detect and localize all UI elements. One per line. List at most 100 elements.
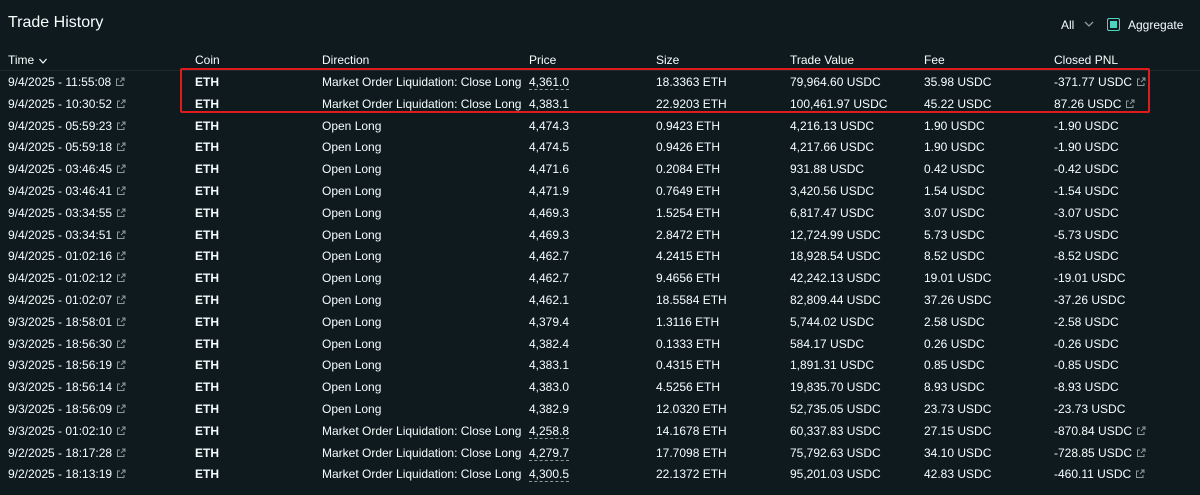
price-cell[interactable]: 4,258.8: [529, 424, 570, 439]
coin-cell[interactable]: ETH: [195, 97, 219, 111]
table-row: 9/2/2025 - 18:13:19 ETH Market Order Liqui…: [0, 463, 1200, 485]
direction-cell: Open Long: [322, 184, 382, 198]
external-link-icon[interactable]: [116, 164, 126, 174]
external-link-icon[interactable]: [116, 208, 126, 218]
closed-pnl-cell: -23.73 USDC: [1054, 402, 1125, 416]
external-link-icon[interactable]: [116, 382, 126, 392]
trade-value-cell: 6,817.47 USDC: [790, 205, 875, 220]
sort-desc-icon[interactable]: [38, 57, 48, 65]
coin-cell[interactable]: ETH: [195, 337, 219, 351]
trade-value-cell: 3,420.56 USDC: [790, 184, 875, 198]
price-cell[interactable]: 4,361.0: [529, 75, 570, 90]
coin-cell[interactable]: ETH: [195, 402, 219, 416]
external-link-icon[interactable]: [116, 273, 126, 283]
coin-filter-select[interactable]: All: [1061, 18, 1074, 32]
trade-time-cell: 9/4/2025 - 01:02:16: [8, 249, 126, 263]
fee-cell: 45.22 USDC: [924, 96, 992, 111]
coin-cell[interactable]: ETH: [195, 380, 219, 394]
trade-value-cell: 52,735.05 USDC: [790, 402, 881, 416]
column-header-time[interactable]: Time: [8, 53, 48, 67]
coin-cell[interactable]: ETH: [195, 162, 219, 176]
coin-cell[interactable]: ETH: [195, 228, 219, 242]
coin-cell[interactable]: ETH: [195, 293, 219, 307]
trade-time: 9/4/2025 - 03:46:45: [8, 162, 113, 177]
external-link-icon[interactable]: [1136, 77, 1146, 87]
trade-value-cell: 42,242.13 USDC: [790, 271, 881, 286]
table-row: 9/4/2025 - 03:34:51 ETH Open Long 4,469.3 2.…: [0, 224, 1200, 246]
coin-cell[interactable]: ETH: [195, 446, 219, 460]
external-link-icon[interactable]: [116, 404, 126, 414]
coin-cell[interactable]: ETH: [195, 119, 219, 133]
table-row: 9/3/2025 - 18:56:09 ETH Open Long 4,382.9 12…: [0, 398, 1200, 420]
external-link-icon[interactable]: [1125, 99, 1135, 109]
trade-time: 9/2/2025 - 18:17:28: [8, 445, 113, 460]
chevron-down-icon[interactable]: [1082, 17, 1096, 31]
aggregate-checkbox[interactable]: [1107, 18, 1120, 31]
direction-cell: Open Long: [322, 271, 382, 286]
direction-cell: Open Long: [322, 293, 382, 307]
external-link-icon[interactable]: [1136, 448, 1146, 458]
fee-cell: 34.10 USDC: [924, 445, 992, 460]
coin-cell[interactable]: ETH: [195, 467, 219, 481]
price-cell[interactable]: 4,279.7: [529, 446, 570, 461]
coin-cell[interactable]: ETH: [195, 315, 219, 329]
closed-pnl-cell: 87.26 USDC: [1054, 97, 1135, 111]
closed-pnl-cell: -8.52 USDC: [1054, 249, 1119, 263]
coin-cell[interactable]: ETH: [195, 206, 219, 220]
closed-pnl: -3.07 USDC: [1054, 205, 1119, 220]
coin-cell[interactable]: ETH: [195, 424, 219, 438]
closed-pnl: -728.85 USDC: [1054, 445, 1133, 460]
trade-time-cell: 9/2/2025 - 18:17:28: [8, 446, 126, 460]
price-cell[interactable]: 4,300.5: [529, 467, 570, 483]
external-link-icon[interactable]: [116, 99, 126, 109]
trade-time: 9/4/2025 - 03:34:55: [8, 205, 113, 220]
direction-cell: Open Long: [322, 118, 382, 133]
size-cell: 22.1372 ETH: [656, 467, 727, 482]
trade-time: 9/4/2025 - 11:55:08: [8, 75, 112, 89]
coin-cell[interactable]: ETH: [195, 140, 219, 154]
external-link-icon[interactable]: [1135, 469, 1145, 479]
external-link-icon[interactable]: [116, 469, 126, 479]
closed-pnl: -19.01 USDC: [1054, 271, 1126, 286]
trade-value-cell: 4,216.13 USDC: [790, 118, 875, 133]
fee-cell: 1.90 USDC: [924, 118, 985, 133]
external-link-icon[interactable]: [116, 251, 126, 261]
external-link-icon[interactable]: [116, 426, 126, 436]
direction-cell: Market Order Liquidation: Close Long: [322, 467, 522, 482]
table-row: 9/4/2025 - 11:55:08 ETH Market Order Liqui…: [0, 71, 1200, 93]
direction-cell: Open Long: [322, 205, 382, 220]
external-link-icon[interactable]: [116, 121, 126, 131]
external-link-icon[interactable]: [116, 360, 126, 370]
external-link-icon[interactable]: [116, 448, 126, 458]
closed-pnl-cell: -37.26 USDC: [1054, 293, 1125, 307]
external-link-icon[interactable]: [115, 77, 125, 87]
trade-time: 9/4/2025 - 01:02:16: [8, 249, 113, 264]
price-cell[interactable]: 4,383.1: [529, 97, 570, 112]
external-link-icon[interactable]: [116, 317, 126, 327]
external-link-icon[interactable]: [116, 186, 126, 196]
size-cell: 1.5254 ETH: [656, 205, 721, 220]
size-cell: 4.2415 ETH: [656, 249, 721, 264]
column-header-time-label: Time: [8, 53, 35, 67]
coin-cell[interactable]: ETH: [195, 184, 219, 198]
external-link-icon[interactable]: [116, 295, 126, 305]
panel-header: Trade History All Aggregate: [0, 0, 1200, 50]
coin-cell[interactable]: ETH: [195, 271, 219, 285]
size-cell: 1.3116 ETH: [656, 314, 720, 329]
closed-pnl-cell: -728.85 USDC: [1054, 446, 1146, 460]
price-cell: 4,471.9: [529, 184, 570, 198]
closed-pnl-cell: -1.90 USDC: [1054, 140, 1119, 154]
table-row: 9/4/2025 - 03:34:55 ETH Open Long 4,469.3 1.…: [0, 202, 1200, 224]
trade-value-cell: 95,201.03 USDC: [790, 467, 881, 482]
coin-cell[interactable]: ETH: [195, 358, 219, 372]
external-link-icon[interactable]: [116, 230, 126, 240]
size-cell: 9.4656 ETH: [656, 271, 721, 286]
coin-cell[interactable]: ETH: [195, 75, 219, 89]
coin-cell[interactable]: ETH: [195, 249, 219, 263]
external-link-icon[interactable]: [116, 142, 126, 152]
table-row: 9/4/2025 - 03:46:41 ETH Open Long 4,471.9 0.…: [0, 180, 1200, 202]
closed-pnl: -460.11 USDC: [1054, 467, 1132, 482]
external-link-icon[interactable]: [116, 339, 126, 349]
external-link-icon[interactable]: [1136, 426, 1146, 436]
closed-pnl: -8.93 USDC: [1054, 380, 1119, 395]
